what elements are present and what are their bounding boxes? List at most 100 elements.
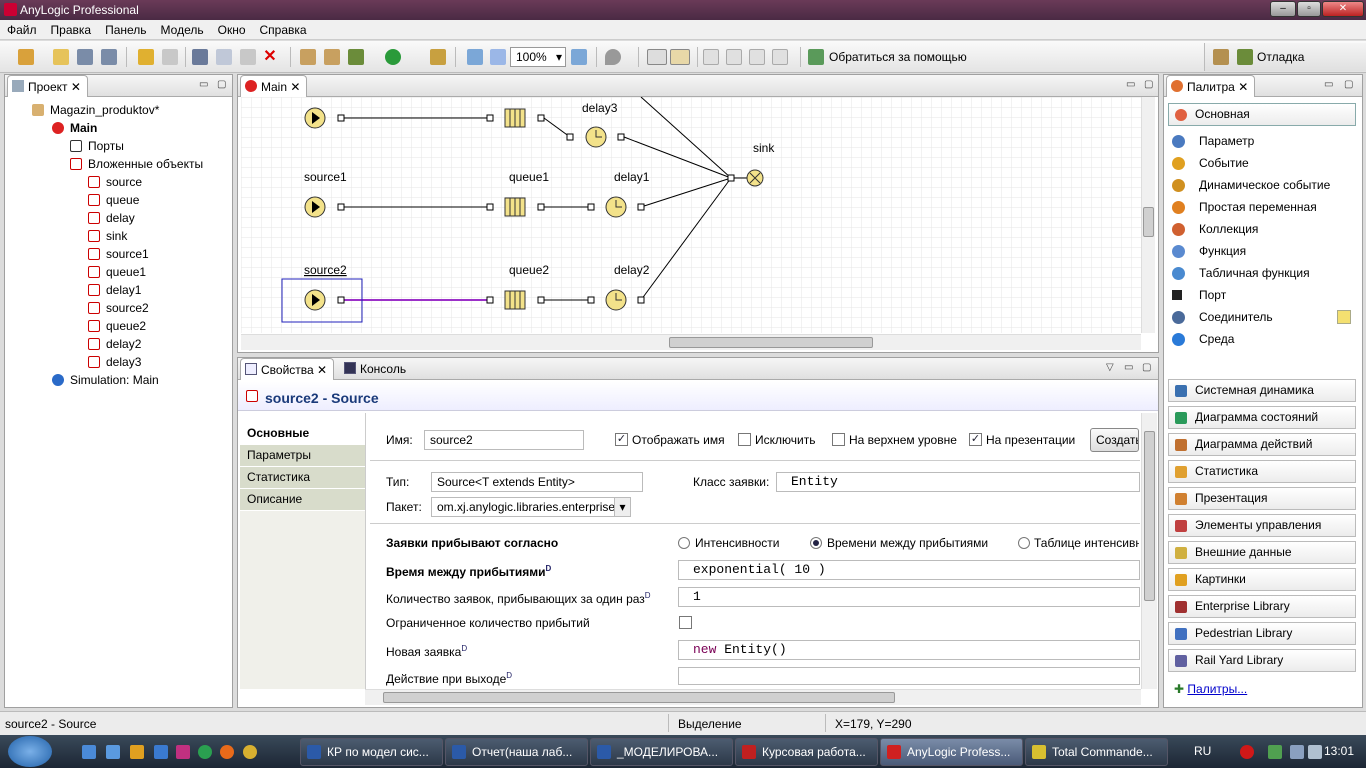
radio-rate-schedule[interactable] [1018,537,1030,549]
perspective-label[interactable]: Отладка [1257,50,1304,64]
palette-category-10[interactable]: Rail Yard Library [1168,649,1356,672]
grid-icon[interactable] [647,49,667,65]
minimize-icon[interactable]: ▭ [1126,79,1135,90]
tree-ports[interactable]: Порты [70,137,124,155]
properties-hscrollbar[interactable] [365,689,1141,705]
tree-object-delay3[interactable]: delay3 [88,353,141,371]
palette-category-5[interactable]: Элементы управления [1168,514,1356,537]
align-icon-1[interactable] [703,49,719,65]
create-button[interactable]: Создать [1090,428,1139,452]
on-presentation-checkbox[interactable]: ✓ [969,433,982,446]
tree-simulation[interactable]: Simulation: Main [52,371,159,389]
menu-file[interactable]: Файл [0,20,44,40]
minimize-icon[interactable]: ▭ [199,79,208,90]
tree-object-source1[interactable]: source1 [88,245,149,263]
minimize-button[interactable]: – [1270,1,1296,17]
redo-icon[interactable] [162,49,178,65]
open-perspective-icon[interactable] [1213,49,1229,65]
entity-class-input[interactable]: Entity [776,472,1140,492]
palette-section-basic[interactable]: Основная [1168,103,1356,126]
palettes-link[interactable]: ✚ Палитры... [1174,682,1247,696]
minimize-icon[interactable]: ▭ [1324,79,1333,90]
side-tab-basic[interactable]: Основные [240,423,365,445]
name-input[interactable]: source2 [424,430,584,450]
menu-model[interactable]: Модель [154,20,211,40]
task-pdf[interactable]: Курсовая работа... [735,738,878,766]
quicklaunch-icon-5[interactable] [176,745,190,759]
editor-hscrollbar[interactable] [241,334,1141,350]
palette-category-9[interactable]: Pedestrian Library [1168,622,1356,645]
pin-icon[interactable] [605,49,621,65]
palette-category-7[interactable]: Картинки [1168,568,1356,591]
maximize-icon[interactable]: ▢ [217,79,226,90]
zoom-fit-icon[interactable] [467,49,483,65]
side-tab-description[interactable]: Описание [240,489,365,511]
align-icon-2[interactable] [726,49,742,65]
start-button[interactable] [8,736,52,767]
radio-interarrival[interactable] [810,537,822,549]
side-tab-params[interactable]: Параметры [240,445,365,467]
quicklaunch-icon-2[interactable] [106,745,120,759]
zoom-in-icon[interactable] [571,49,587,65]
minimize-icon[interactable]: ▭ [1124,362,1133,373]
palette-category-3[interactable]: Статистика [1168,460,1356,483]
quicklaunch-icon-1[interactable] [82,745,96,759]
maximize-icon[interactable]: ▢ [1344,79,1353,90]
palette-item-7[interactable]: Порт [1172,285,1352,305]
cut-icon[interactable] [192,49,208,65]
exclude-checkbox[interactable] [738,433,751,446]
tray-icon-1[interactable] [1240,745,1254,759]
debug-icon[interactable] [348,49,364,65]
close-icon[interactable]: ✕ [317,363,327,377]
close-button[interactable]: ✕ [1322,1,1364,17]
new-entity-input[interactable]: new Entity() [678,640,1140,660]
maximize-button[interactable]: ▫ [1297,1,1321,17]
help-link[interactable]: Обратиться за помощью [829,50,967,64]
snap-grid-icon[interactable] [670,49,690,65]
tree-object-queue[interactable]: queue [88,191,139,209]
task-totalcmd[interactable]: Total Commande... [1025,738,1168,766]
network-icon[interactable] [1290,745,1304,759]
palette-category-2[interactable]: Диаграмма действий [1168,433,1356,456]
tree-object-source2[interactable]: source2 [88,299,149,317]
firefox-icon[interactable] [220,745,234,759]
tab-properties[interactable]: Свойства ✕ [240,358,335,380]
properties-vscrollbar[interactable] [1141,413,1157,689]
palette-item-2[interactable]: Динамическое событие [1172,175,1352,195]
palette-item-9[interactable]: Среда [1172,329,1352,349]
maximize-icon[interactable]: ▢ [1142,362,1151,373]
palette-item-4[interactable]: Коллекция [1172,219,1352,239]
zoom-select[interactable]: 100% ▾ [510,47,566,67]
quicklaunch-icon-6[interactable] [198,745,212,759]
run-icon[interactable] [385,49,401,65]
align-icon-4[interactable] [772,49,788,65]
task-word-1[interactable]: КР по модел сис... [300,738,443,766]
volume-icon[interactable] [1308,745,1322,759]
new-model-icon[interactable] [18,49,34,65]
copy-icon[interactable] [216,49,232,65]
show-name-checkbox[interactable]: ✓ [615,433,628,446]
edit-connector-icon[interactable] [1337,310,1351,324]
save-all-icon[interactable] [101,49,117,65]
close-icon[interactable]: ✕ [1238,80,1248,94]
tree-object-sink[interactable]: sink [88,227,127,245]
align-icon-3[interactable] [749,49,765,65]
tree-nested[interactable]: Вложенные объекты [70,155,203,173]
palette-item-1[interactable]: Событие [1172,153,1352,173]
menu-help[interactable]: Справка [253,20,314,40]
per-arrival-input[interactable]: 1 [678,587,1140,607]
tree-object-queue1[interactable]: queue1 [88,263,146,281]
side-tab-stats[interactable]: Статистика [240,467,365,489]
palette-item-8[interactable]: Соединитель [1172,307,1352,327]
task-word-2[interactable]: Отчет(наша лаб... [445,738,588,766]
zoom-undo-icon[interactable] [490,49,506,65]
menu-panel[interactable]: Панель [98,20,153,40]
palette-category-1[interactable]: Диаграмма состояний [1168,406,1356,429]
undo-icon[interactable] [138,49,154,65]
build-icon[interactable] [300,49,316,65]
tree-object-delay[interactable]: delay [88,209,135,227]
tab-project[interactable]: Проект ✕ [7,75,88,97]
tab-palette[interactable]: Палитра ✕ [1166,75,1256,97]
maximize-icon[interactable]: ▢ [1144,79,1153,90]
tree-object-delay1[interactable]: delay1 [88,281,141,299]
